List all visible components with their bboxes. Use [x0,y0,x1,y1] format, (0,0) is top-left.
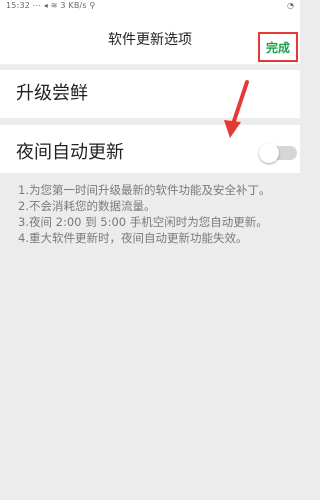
done-button[interactable]: 完成 [258,32,298,62]
night-update-row[interactable]: 夜间自动更新 [0,125,300,173]
note-item-4: 4.重大软件更新时，夜间自动更新功能失效。 [18,231,248,245]
night-update-toggle[interactable] [259,143,297,163]
page-title: 软件更新选项 [108,32,192,48]
status-bar-left: 15:32 ⋯ ◂ ≋ 3 KB/s ⚲ [6,1,96,10]
status-bar-right: ◔ [287,1,294,10]
update-notes: 1.为您第一时间升级最新的软件功能及安全补丁。 2.不会消耗您的数据流量。 3.… [18,182,290,246]
note-item-1: 1.为您第一时间升级最新的软件功能及安全补丁。 [18,183,271,197]
upgrade-option-label: 升级尝鲜 [16,83,88,104]
night-update-label: 夜间自动更新 [16,142,124,163]
note-item-3: 3.夜间 2:00 到 5:00 手机空闲时为您自动更新。 [18,215,268,229]
upgrade-option-row[interactable]: 升级尝鲜 [0,70,300,118]
note-item-2: 2.不会消耗您的数据流量。 [18,199,156,213]
toggle-knob[interactable] [259,143,279,163]
status-bar: 15:32 ⋯ ◂ ≋ 3 KB/s ⚲ ◔ [0,0,300,12]
header: 软件更新选项 完成 [0,12,300,64]
